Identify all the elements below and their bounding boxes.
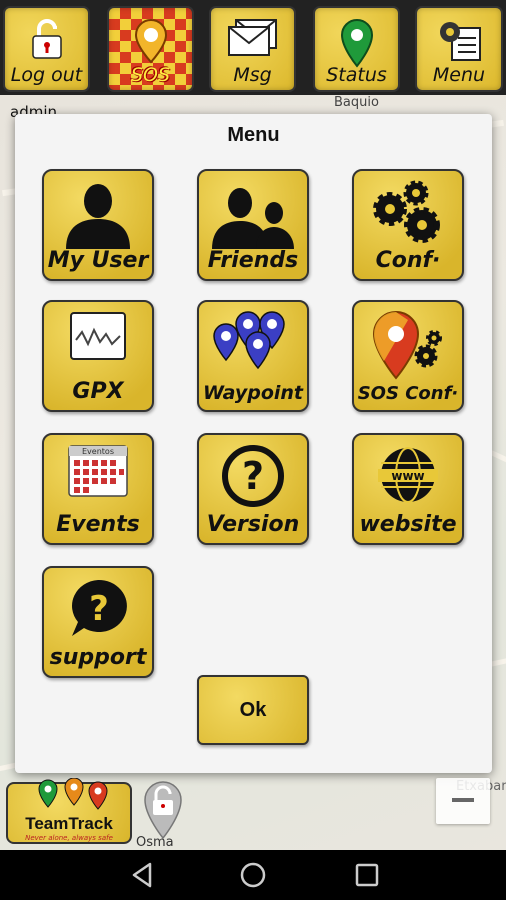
menu-label: Menu [432, 64, 486, 86]
waypoints-icon [213, 311, 285, 370]
recents-icon[interactable] [352, 860, 382, 890]
lock-marker-icon[interactable] [143, 780, 183, 840]
zoom-out-button[interactable] [436, 778, 490, 824]
gpx-track-icon [70, 312, 126, 360]
website-tile[interactable]: www website [352, 433, 464, 545]
top-toolbar: Log out SOS Msg Status Menu [0, 0, 506, 95]
tile-label: support [49, 645, 147, 670]
svg-text:?: ? [242, 454, 264, 498]
minus-icon [452, 798, 474, 802]
ok-button[interactable]: Ok [197, 675, 309, 745]
back-icon[interactable] [128, 860, 158, 890]
tile-label: website [359, 512, 457, 537]
tile-label: Friends [207, 248, 299, 273]
sos-button[interactable]: SOS [107, 6, 194, 92]
version-tile[interactable]: ? Version [197, 433, 309, 545]
msg-label: Msg [233, 64, 272, 86]
friends-tile[interactable]: Friends [197, 169, 309, 281]
my-user-tile[interactable]: My User [42, 169, 154, 281]
events-tile[interactable]: Eventos Events [42, 433, 154, 545]
map-pin-icon [340, 18, 373, 68]
question-circle-icon: ? [222, 445, 284, 507]
menu-dialog: Menu My User Friends Conf· GPX Waypoint … [15, 114, 492, 773]
logout-label: Log out [10, 64, 83, 86]
question-bubble-icon: ? [72, 579, 127, 636]
sos-pin-icon [134, 18, 167, 64]
logo-slogan: Never alone, always safe [25, 834, 113, 842]
sos-label: SOS [130, 64, 171, 86]
home-icon[interactable] [238, 860, 268, 890]
tile-label: Events [56, 512, 140, 537]
tile-label: GPX [72, 379, 124, 404]
friends-icon [212, 188, 294, 249]
menu-button[interactable]: Menu [415, 6, 503, 92]
map-place-label: Baquio [334, 95, 379, 110]
status-button[interactable]: Status [313, 6, 400, 92]
tile-label: SOS Conf· [357, 383, 459, 404]
unlock-icon [31, 19, 62, 59]
logout-button[interactable]: Log out [3, 6, 90, 92]
globe-www-icon: www [378, 447, 438, 503]
tile-label: Version [206, 512, 300, 537]
tile-label: Waypoint [202, 382, 304, 404]
gears-icon [373, 180, 440, 243]
waypoint-tile[interactable]: Waypoint [197, 300, 309, 412]
support-tile[interactable]: ? support [42, 566, 154, 678]
teamtrack-logo[interactable]: TeamTrack Never alone, always safe [6, 778, 132, 844]
sos-config-icon [372, 310, 442, 380]
tile-label: My User [47, 248, 149, 273]
msg-button[interactable]: Msg [209, 6, 296, 92]
system-navbar [0, 850, 506, 900]
gear-list-icon [440, 22, 481, 61]
envelope-icon [227, 19, 277, 56]
svg-text:www: www [391, 469, 424, 483]
gpx-tile[interactable]: GPX [42, 300, 154, 412]
user-icon [66, 184, 130, 249]
svg-text:?: ? [89, 589, 109, 629]
sos-conf-tile[interactable]: SOS Conf· [352, 300, 464, 412]
dialog-title: Menu [227, 124, 280, 146]
calendar-header: Eventos [82, 447, 114, 456]
logo-title: TeamTrack [25, 814, 113, 833]
status-label: Status [326, 64, 387, 86]
calendar-icon: Eventos [68, 445, 128, 497]
conf-tile[interactable]: Conf· [352, 169, 464, 281]
pins-icon [38, 778, 108, 810]
tile-label: Conf· [375, 248, 441, 273]
